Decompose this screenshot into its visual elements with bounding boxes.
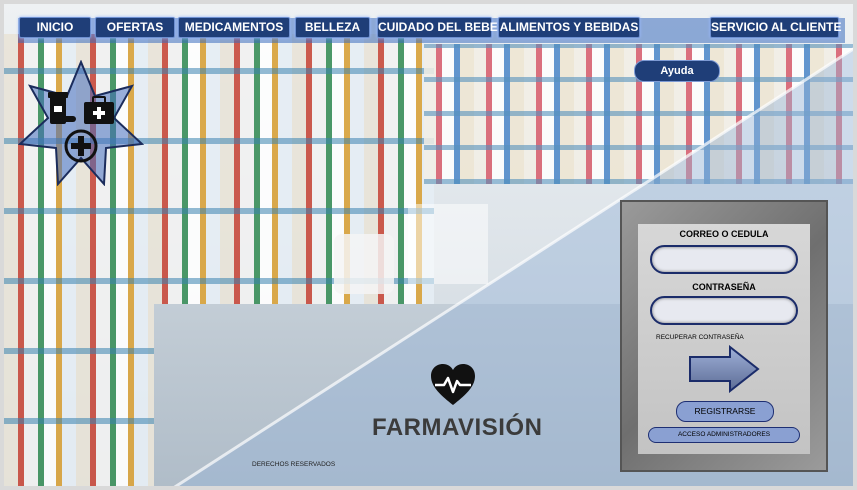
help-button[interactable]: Ayuda: [634, 60, 720, 82]
brand-name: FARMAVISIÓN: [372, 414, 543, 441]
nav-alimentos-y-bebidas[interactable]: ALIMENTOS Y BEBIDAS: [498, 17, 640, 38]
password-field[interactable]: [650, 296, 798, 325]
password-label: CONTRASEÑA: [692, 282, 756, 292]
admin-access-button[interactable]: ACCESO ADMINISTRADORES: [648, 427, 800, 443]
email-label: CORREO O CEDULA: [679, 229, 769, 239]
nav-medicamentos[interactable]: MEDICAMENTOS: [178, 17, 290, 38]
nav-cuidado-del-bebe[interactable]: CUIDADO DEL BEBE: [377, 17, 498, 38]
heartbeat-icon: [431, 364, 475, 405]
recover-password-link[interactable]: RECUPERAR CONTRASEÑA: [656, 334, 744, 341]
nav-ofertas[interactable]: OFERTAS: [95, 17, 175, 38]
email-field[interactable]: [650, 245, 798, 274]
pharmacy-star-logo: [18, 60, 144, 186]
arrow-right-icon[interactable]: [688, 345, 760, 393]
register-button[interactable]: REGISTRARSE: [676, 401, 774, 422]
nav-belleza[interactable]: BELLEZA: [295, 17, 370, 38]
rights-text: DERECHOS RESERVADOS: [252, 461, 336, 468]
nav-servicio-al-cliente[interactable]: SERVICIO AL CLIENTE: [710, 17, 841, 38]
nav-inicio[interactable]: INICIO: [19, 17, 91, 38]
